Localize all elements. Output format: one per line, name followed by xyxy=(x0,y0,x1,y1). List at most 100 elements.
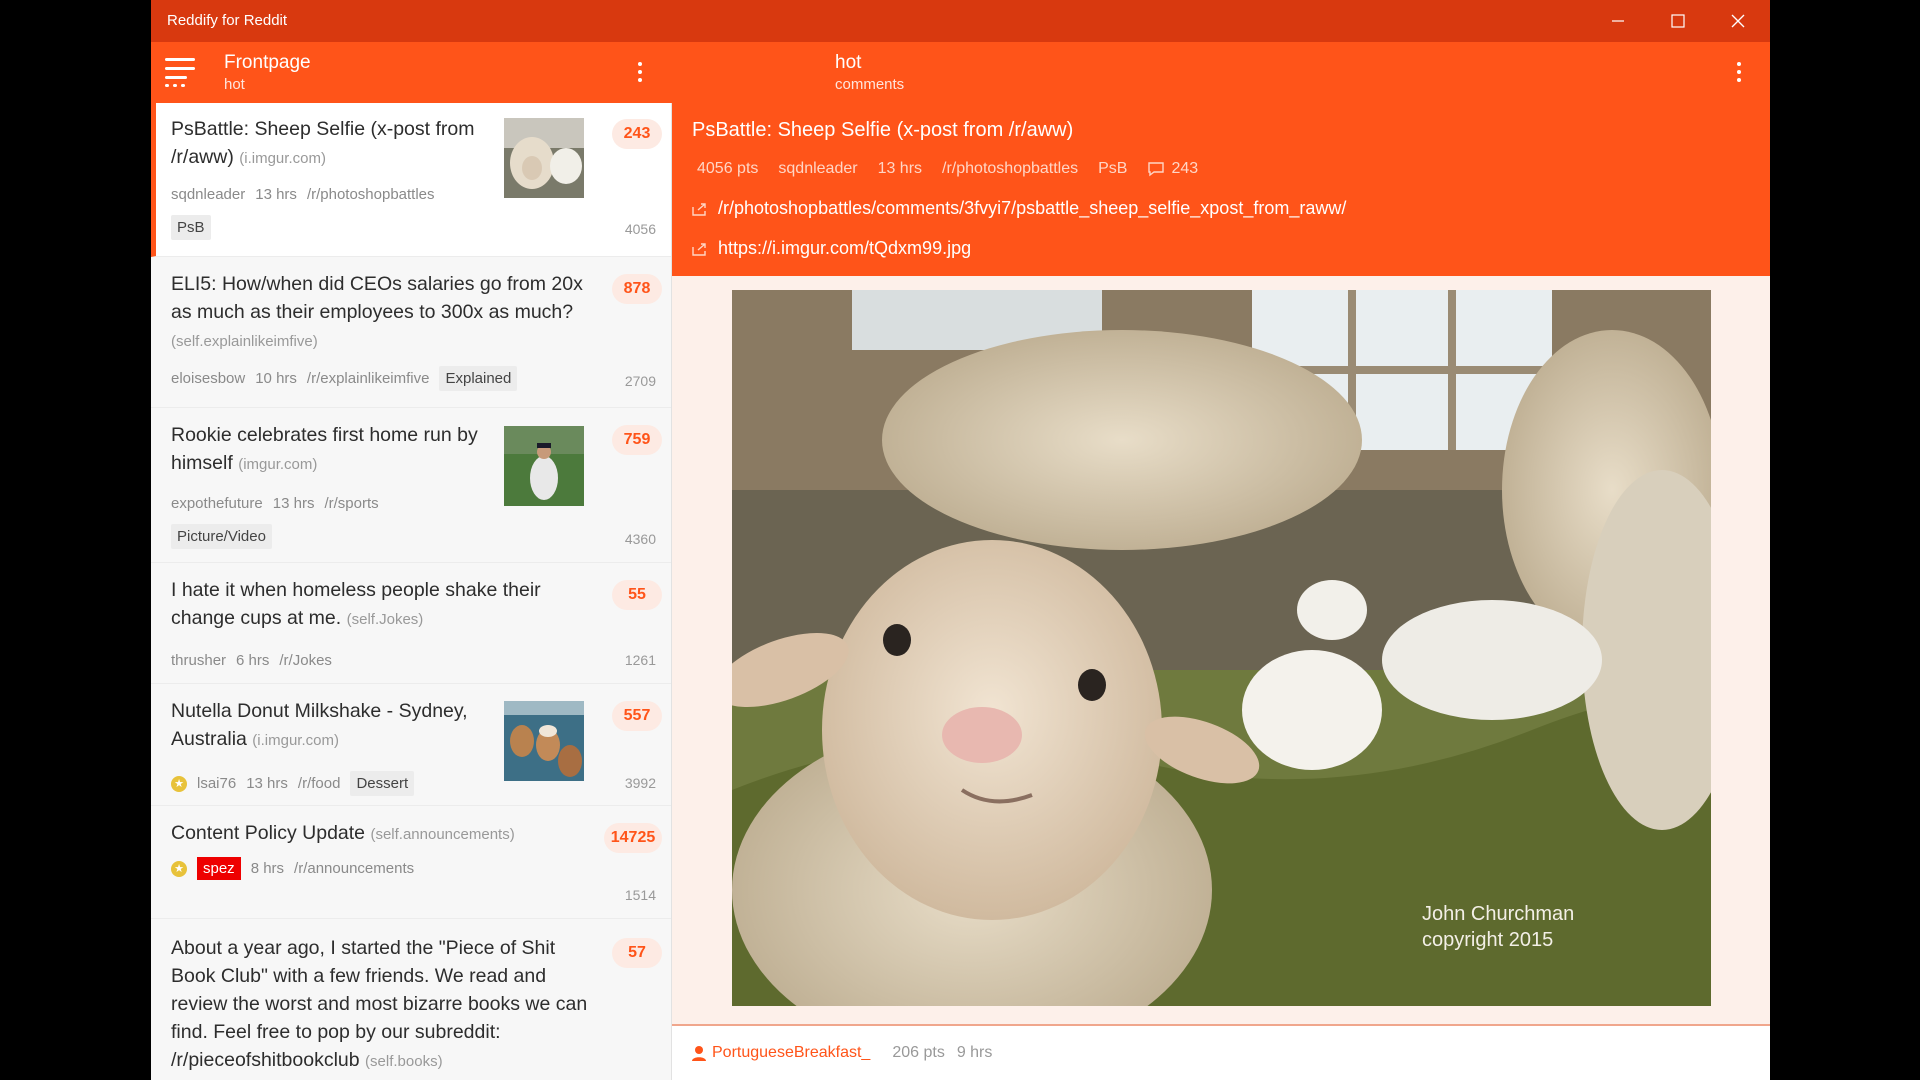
post-score-badge: 759 xyxy=(612,425,662,455)
detail-author[interactable]: sqdnleader xyxy=(778,160,857,178)
close-button[interactable] xyxy=(1708,0,1768,42)
minimize-button[interactable] xyxy=(1588,0,1648,42)
post-subreddit[interactable]: /r/explainlikeimfive xyxy=(307,370,430,387)
post-thumbnail[interactable] xyxy=(504,426,584,506)
post-age: 13 hrs xyxy=(246,775,288,792)
post-item[interactable]: ELI5: How/when did CEOs salaries go from… xyxy=(151,258,671,408)
post-subreddit[interactable]: /r/announcements xyxy=(294,860,414,877)
post-author-admin[interactable]: spez xyxy=(197,857,241,880)
post-meta: sqdnleader 13 hrs /r/photoshopbattles xyxy=(171,186,445,203)
post-meta: ★ lsai76 13 hrs /r/food Dessert xyxy=(171,771,424,796)
post-comment-count: 2709 xyxy=(624,373,656,389)
post-image[interactable]: John Churchman copyright 2015 xyxy=(732,290,1711,1006)
watermark-name: John Churchman xyxy=(1422,903,1574,925)
baseball-thumbnail-image xyxy=(504,426,584,506)
post-author[interactable]: lsai76 xyxy=(197,775,236,792)
comment-points: 206 pts xyxy=(892,1044,945,1061)
sheep-selfie-photo: John Churchman copyright 2015 xyxy=(732,290,1711,1006)
app-window: Reddify for Reddit Frontpage hot hot com… xyxy=(151,0,1770,1080)
post-item[interactable]: About a year ago, I started the "Piece o… xyxy=(151,920,671,1080)
post-subreddit[interactable]: /r/sports xyxy=(324,495,378,512)
comment-author: PortugueseBreakfast_ xyxy=(712,1044,871,1061)
post-subreddit[interactable]: /r/Jokes xyxy=(279,652,332,669)
image-url-text: https://i.imgur.com/tQdxm99.jpg xyxy=(718,238,972,258)
title-bar: Reddify for Reddit xyxy=(151,0,1770,42)
post-image-area: John Churchman copyright 2015 xyxy=(672,276,1770,1024)
post-flair-row: Picture/Video xyxy=(171,524,272,549)
post-flair: Explained xyxy=(439,366,518,391)
post-score-badge: 878 xyxy=(612,274,662,304)
top-comment-bar: PortugueseBreakfast_ 206 pts 9 hrs xyxy=(672,1024,1770,1080)
sheep-thumbnail-image xyxy=(504,118,584,198)
comments-header-title: hot xyxy=(835,52,862,73)
detail-flair: PsB xyxy=(1098,160,1128,177)
permalink-link[interactable]: /r/photoshopbattles/comments/3fvyi7/psba… xyxy=(692,198,1346,219)
detail-subreddit[interactable]: /r/photoshopbattles xyxy=(942,160,1078,178)
post-author[interactable]: eloisesbow xyxy=(171,370,245,387)
post-author[interactable]: sqdnleader xyxy=(171,186,245,203)
post-item[interactable]: I hate it when homeless people shake the… xyxy=(151,564,671,684)
post-subreddit[interactable]: /r/photoshopbattles xyxy=(307,186,435,203)
post-meta: eloisesbow 10 hrs /r/explainlikeimfive E… xyxy=(171,366,527,391)
post-score-badge: 14725 xyxy=(604,823,662,853)
gold-star-icon: ★ xyxy=(171,860,187,877)
post-score-badge: 57 xyxy=(612,938,662,968)
comments-header-subtitle: comments xyxy=(835,76,905,93)
frontpage-more-button[interactable] xyxy=(630,58,650,88)
post-subreddit[interactable]: /r/food xyxy=(298,775,341,792)
image-url-link[interactable]: https://i.imgur.com/tQdxm99.jpg xyxy=(692,238,971,259)
post-author[interactable]: expothefuture xyxy=(171,495,263,512)
post-meta: ★ spez 8 hrs /r/announcements xyxy=(171,857,424,880)
post-title: Content Policy Update (self.announcement… xyxy=(171,822,515,844)
post-detail-header: PsBattle: Sheep Selfie (x-post from /r/a… xyxy=(672,103,1770,276)
post-title: ELI5: How/when did CEOs salaries go from… xyxy=(171,273,583,350)
frontpage-sort: hot xyxy=(224,76,245,93)
post-item[interactable]: Content Policy Update (self.announcement… xyxy=(151,807,671,919)
post-title: I hate it when homeless people shake the… xyxy=(171,579,541,629)
detail-meta: 4056 pts sqdnleader 13 hrs /r/photoshopb… xyxy=(697,160,1218,178)
detail-points: 4056 pts xyxy=(697,160,759,177)
post-author[interactable]: thrusher xyxy=(171,652,226,669)
post-list[interactable]: PsBattle: Sheep Selfie (x-post from /r/a… xyxy=(151,103,672,1080)
post-score-badge: 55 xyxy=(612,580,662,610)
permalink-text: /r/photoshopbattles/comments/3fvyi7/psba… xyxy=(718,198,1347,218)
comments-header: hot comments xyxy=(672,42,1770,103)
comment-author-link[interactable]: PortugueseBreakfast_ xyxy=(692,1044,870,1062)
hamburger-menu-button[interactable] xyxy=(165,56,197,90)
maximize-button[interactable] xyxy=(1648,0,1708,42)
close-icon xyxy=(1731,14,1745,28)
post-item[interactable]: PsBattle: Sheep Selfie (x-post from /r/a… xyxy=(151,103,671,257)
post-score-badge: 243 xyxy=(612,119,662,149)
frontpage-title: Frontpage xyxy=(224,52,311,73)
post-comment-count: 4360 xyxy=(624,531,656,547)
minimize-icon xyxy=(1612,20,1624,22)
comment-icon xyxy=(1148,162,1165,177)
window-title: Reddify for Reddit xyxy=(167,12,288,29)
post-comment-count: 4056 xyxy=(624,221,656,237)
comment-age: 9 hrs xyxy=(956,1044,993,1061)
post-meta: expothefuture 13 hrs /r/sports xyxy=(171,495,389,512)
watermark-copyright: copyright 2015 xyxy=(1422,929,1553,951)
post-title: Nutella Donut Milkshake - Sydney, Austra… xyxy=(171,700,468,750)
post-title: About a year ago, I started the "Piece o… xyxy=(171,937,588,1071)
post-flair: Picture/Video xyxy=(171,524,272,549)
comments-more-button[interactable] xyxy=(1729,58,1749,88)
post-score-badge: 557 xyxy=(612,701,662,731)
user-icon xyxy=(692,1046,706,1061)
post-age: 8 hrs xyxy=(250,860,285,877)
post-comment-count: 3992 xyxy=(624,775,656,791)
post-thumbnail[interactable] xyxy=(504,118,584,198)
post-title: PsBattle: Sheep Selfie (x-post from /r/a… xyxy=(171,118,475,168)
post-meta: thrusher 6 hrs /r/Jokes xyxy=(171,652,342,669)
gold-star-icon: ★ xyxy=(171,775,187,792)
post-flair-row: PsB xyxy=(171,215,211,240)
post-item[interactable]: Nutella Donut Milkshake - Sydney, Austra… xyxy=(151,685,671,806)
post-age: 13 hrs xyxy=(255,186,297,203)
frontpage-header: Frontpage hot xyxy=(151,42,672,103)
post-comment-count: 1514 xyxy=(624,887,656,903)
detail-title: PsBattle: Sheep Selfie (x-post from /r/a… xyxy=(692,119,1074,141)
post-title: Rookie celebrates first home run by hims… xyxy=(171,424,478,474)
post-thumbnail[interactable] xyxy=(504,701,584,781)
post-flair: PsB xyxy=(171,215,211,240)
post-item[interactable]: Rookie celebrates first home run by hims… xyxy=(151,409,671,563)
